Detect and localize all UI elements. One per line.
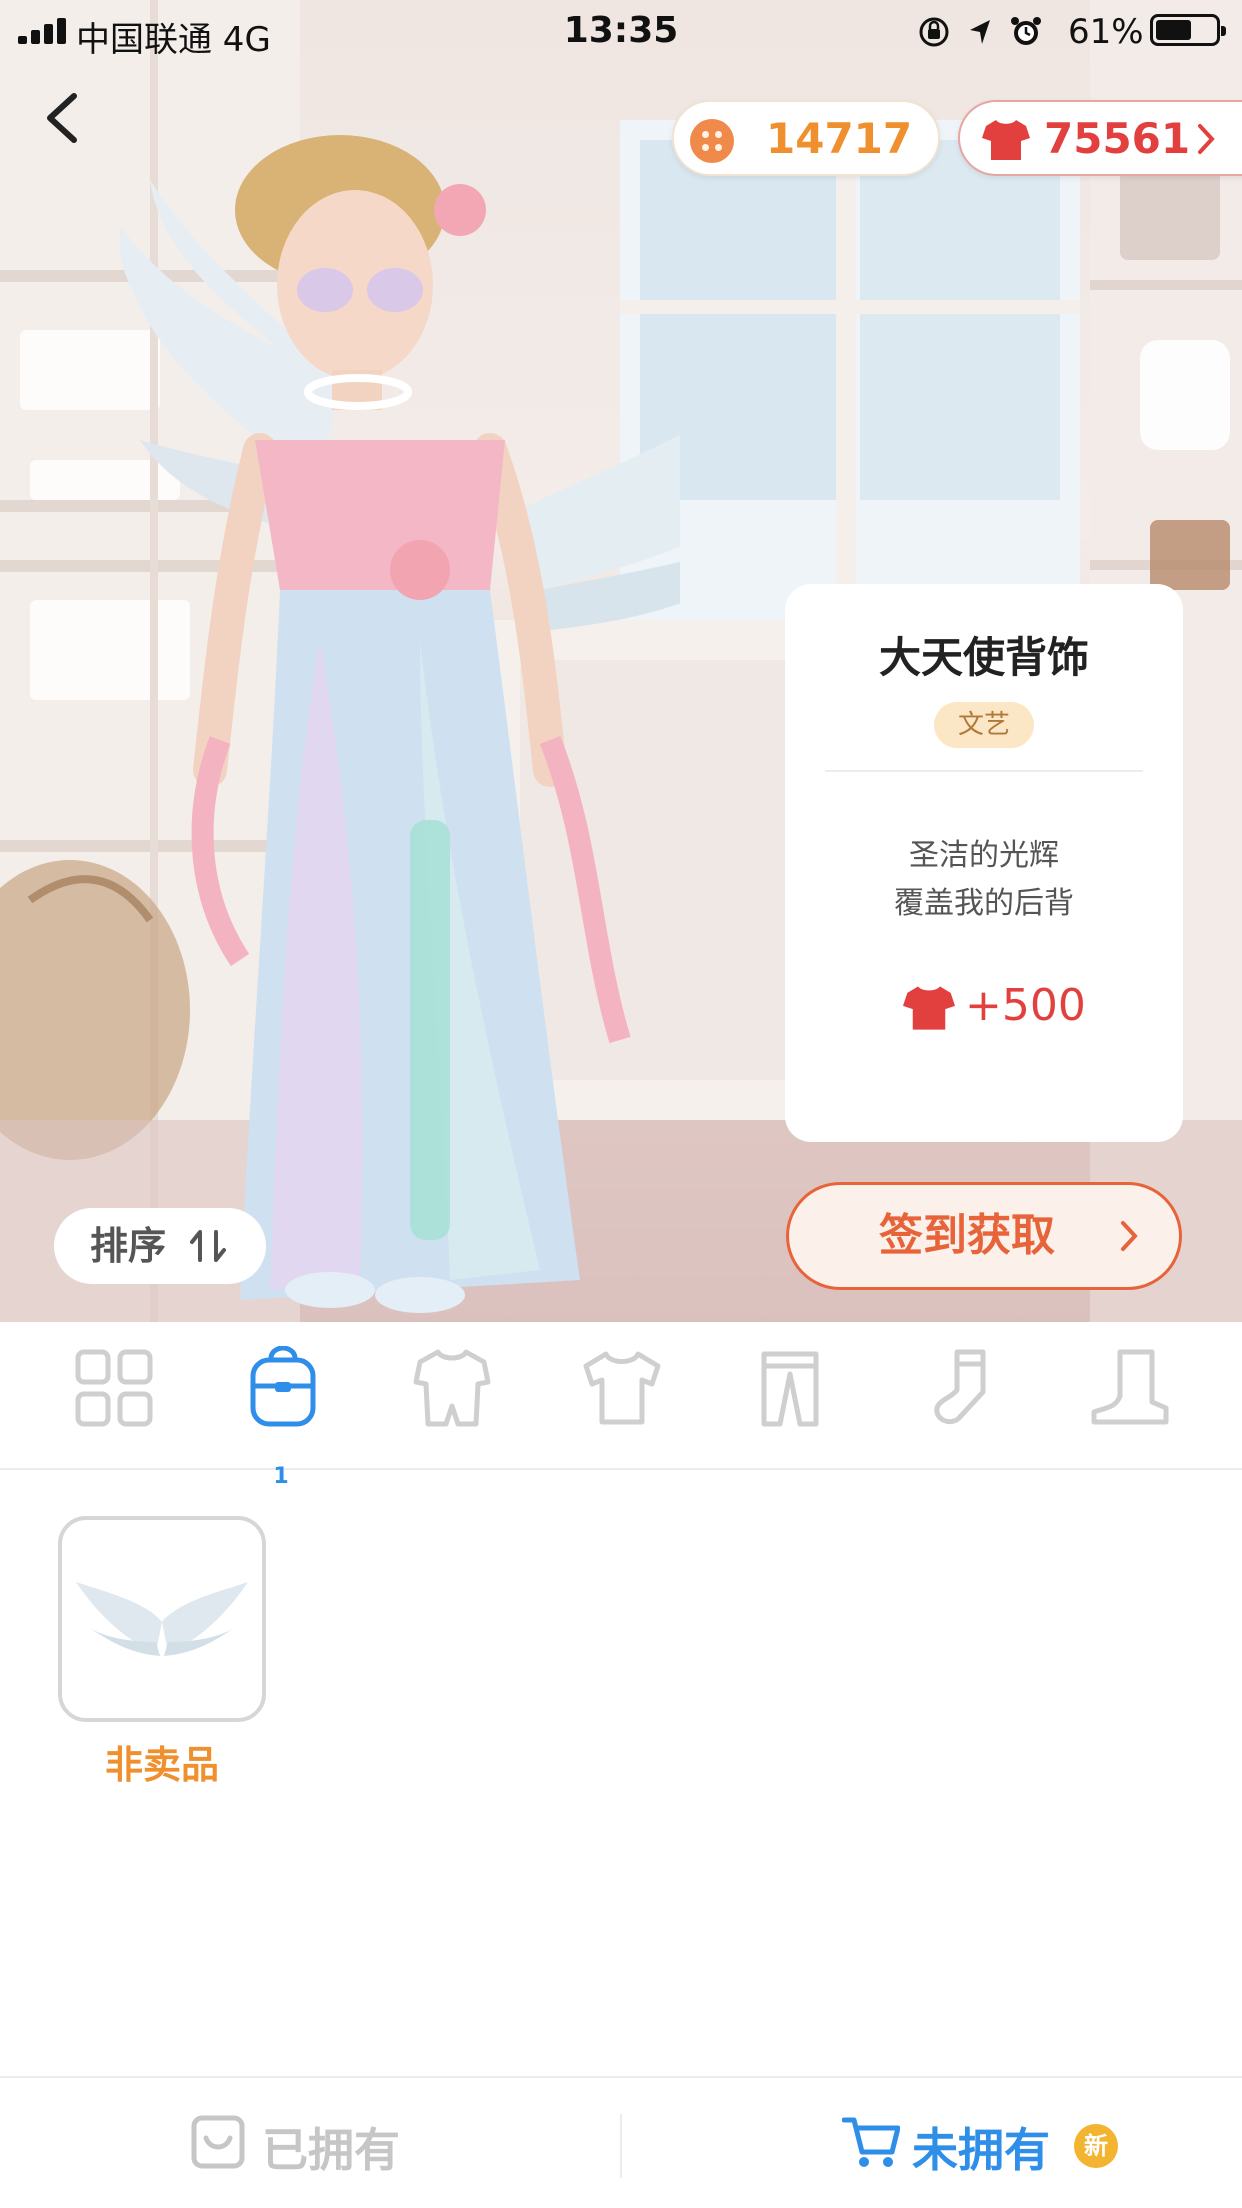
rotation-lock-icon [919, 17, 949, 47]
status-icons [919, 17, 1041, 47]
signin-label: 签到获取 [879, 1210, 1055, 1261]
onesie-icon [413, 1349, 491, 1427]
shirt-balance-value: 75561 [1044, 114, 1191, 163]
chevron-right-icon [1198, 124, 1215, 154]
battery-icon [1150, 14, 1226, 46]
angel-wings-icon [76, 1582, 248, 1656]
backpack-icon [250, 1346, 316, 1427]
tab-socks[interactable] [907, 1344, 1007, 1444]
chevron-right-icon [1121, 1221, 1138, 1251]
button-coin-icon [690, 119, 734, 163]
shopping-cart-icon [842, 2117, 900, 2167]
tab-unowned-label: 未拥有 [912, 2123, 1050, 2177]
tab-boots[interactable] [1076, 1344, 1176, 1444]
reward: +500 [895, 980, 1095, 1036]
divider [620, 2114, 622, 2178]
red-shirt-icon [982, 120, 1030, 160]
tshirt-icon [583, 1351, 661, 1425]
item-description-line-1: 圣洁的光辉 [909, 838, 1059, 873]
item-title: 大天使背饰 [878, 633, 1089, 682]
divider [825, 770, 1143, 772]
signin-to-get-button[interactable]: 签到获取 [786, 1182, 1182, 1290]
sort-button[interactable]: 排序 [54, 1208, 266, 1284]
boot-icon [1091, 1349, 1169, 1425]
battery-percentage: 61% [1068, 12, 1144, 52]
avatar-character [120, 135, 680, 1313]
back-chevron-icon[interactable] [38, 88, 88, 148]
tab-pants[interactable] [738, 1344, 838, 1444]
grid-icon [75, 1349, 153, 1427]
tab-backpack[interactable]: 1 [231, 1344, 331, 1489]
tab-tshirt[interactable] [570, 1344, 670, 1444]
item-info-card: 大天使背饰 文艺 圣洁的光辉 覆盖我的后背 +500 [785, 584, 1183, 1142]
tab-unowned[interactable]: 未拥有 新 [842, 2104, 1132, 2184]
character-preview-scene: 中国联通 4G 13:35 61% 14717 75561 大天使背饰 文艺 圣… [0, 0, 1242, 1322]
item-card-angel-wings[interactable] [58, 1516, 266, 1722]
pants-icon [761, 1351, 819, 1427]
style-tag: 文艺 [934, 702, 1034, 748]
inbox-icon [191, 2115, 245, 2169]
coin-balance-value: 14717 [766, 114, 913, 163]
shirt-balance[interactable]: 75561 [958, 100, 1242, 176]
red-shirt-icon [903, 986, 955, 1030]
item-label: 非卖品 [104, 1743, 219, 1787]
battery-level-fill [1156, 20, 1191, 40]
new-badge: 新 [1074, 2124, 1118, 2168]
sock-icon [934, 1349, 986, 1425]
category-tabs: 1 [0, 1322, 1242, 1489]
tab-onesie[interactable] [400, 1344, 500, 1444]
sort-arrows-icon [190, 1230, 226, 1262]
location-arrow-icon [970, 20, 990, 44]
ownership-tab-bar: 已拥有 未拥有 新 [0, 2076, 1242, 2208]
item-description-line-2: 覆盖我的后背 [894, 886, 1074, 921]
alarm-icon [1011, 17, 1041, 45]
tab-all[interactable] [62, 1344, 162, 1444]
tab-owned[interactable]: 已拥有 [190, 2104, 430, 2184]
sort-label: 排序 [90, 1224, 167, 1268]
tab-owned-label: 已拥有 [262, 2123, 400, 2177]
status-bar: 中国联通 4G 13:35 61% [0, 0, 1242, 62]
coin-balance[interactable]: 14717 [672, 100, 940, 176]
backpack-count-badge: 1 [273, 1464, 289, 1489]
reward-value: +500 [965, 980, 1086, 1031]
